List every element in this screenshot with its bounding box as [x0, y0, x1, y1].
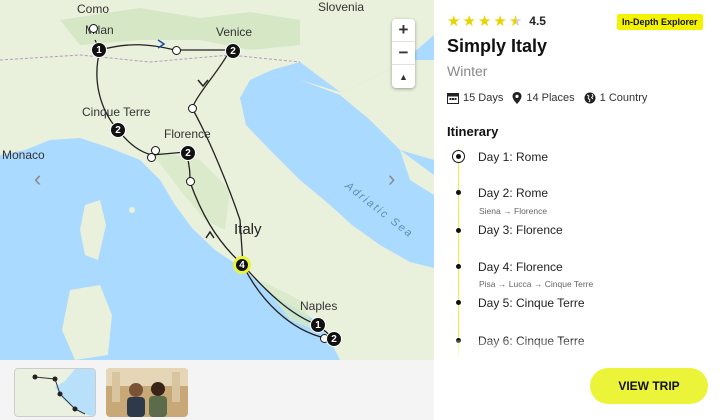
star-icon: ★ [493, 13, 507, 30]
scroll-fade [434, 340, 720, 360]
photo-thumbnail[interactable] [106, 368, 188, 417]
map-label-slovenia: Slovenia [318, 0, 365, 14]
itinerary-day[interactable]: Day 1: Rome [478, 150, 548, 164]
map-label-italy: Italy [234, 221, 262, 238]
itinerary-day[interactable]: Day 2: Rome [478, 186, 548, 200]
map-pin-amalfi[interactable]: 2 [326, 331, 342, 347]
calendar-icon [447, 93, 459, 104]
globe-icon [584, 92, 596, 104]
itinerary-day[interactable]: Day 5: Cinque Terre [478, 296, 585, 310]
map-label-florence: Florence [164, 127, 211, 141]
map-pin-florence[interactable]: 2 [180, 145, 196, 161]
map-base [0, 0, 434, 360]
itinerary-day[interactable]: Day 4: Florence [478, 260, 563, 274]
view-trip-button[interactable]: VIEW TRIP [590, 368, 708, 404]
timeline-dot-icon [456, 264, 461, 269]
tour-facts: 15 Days 14 Places 1 Country [447, 92, 656, 104]
media-thumbnails [0, 360, 434, 420]
prev-arrow-icon[interactable]: ‹ [34, 166, 41, 192]
timeline-dot-icon [456, 228, 461, 233]
tour-title: Simply Italy [447, 36, 548, 56]
via-place: Florence [514, 206, 548, 216]
zoom-in-button[interactable]: + [392, 19, 415, 42]
itinerary-timeline [458, 148, 459, 358]
places-count: 14 Places [526, 92, 575, 104]
tour-details-panel: ★ ★ ★ ★ ★ 4.5 In-Depth Explorer Simply I… [434, 0, 720, 360]
route-map[interactable]: Como Milan Slovenia Venice Cinque Terre … [0, 0, 434, 360]
timeline-dot-icon [456, 300, 461, 305]
via-place: Cinque Terre [544, 279, 594, 289]
bottom-bar: VIEW TRIP [434, 360, 720, 420]
via-place: Lucca [508, 279, 532, 289]
map-stop[interactable] [186, 177, 195, 186]
compass-icon[interactable]: ▲ [392, 65, 415, 88]
star-icon: ★ [447, 13, 461, 30]
timeline-current-icon [452, 150, 465, 163]
arrow-icon: → [533, 279, 543, 289]
map-label-monaco: Monaco [2, 148, 45, 162]
map-label-como: Como [77, 2, 110, 16]
arrow-icon: → [497, 279, 507, 289]
fact-places: 14 Places [512, 92, 575, 104]
next-arrow-icon[interactable]: › [388, 166, 395, 192]
itinerary-day[interactable]: Day 3: Florence [478, 223, 563, 237]
map-stop[interactable] [147, 153, 156, 162]
map-stop[interactable] [172, 46, 181, 55]
map-stop[interactable] [89, 24, 98, 33]
location-pin-icon [512, 92, 522, 104]
rating-value: 4.5 [529, 14, 546, 28]
half-star-icon: ★ [508, 13, 523, 30]
arrow-icon: → [503, 206, 512, 216]
map-stop[interactable] [188, 104, 197, 113]
via-place: Siena [479, 206, 501, 216]
tour-season: Winter [447, 63, 488, 79]
map-pin-milan[interactable]: 1 [91, 42, 107, 58]
fact-countries: 1 Country [584, 92, 648, 104]
map-pin-cinque-terre[interactable]: 2 [110, 122, 126, 138]
map-thumbnail-image [15, 369, 95, 416]
couple-photo-image [106, 368, 188, 417]
map-thumbnail[interactable] [14, 368, 96, 417]
map-pin-naples[interactable]: 1 [310, 317, 326, 333]
map-pin-rome[interactable]: 4 [233, 256, 251, 274]
map-label-venice: Venice [216, 25, 253, 39]
zoom-controls: + − ▲ [392, 19, 415, 88]
star-icon: ★ [477, 13, 492, 30]
timeline-dot-icon [456, 190, 461, 195]
countries-count: 1 Country [599, 92, 648, 104]
days-count: 15 Days [463, 92, 504, 104]
map-label-cinque-terre: Cinque Terre [82, 105, 151, 119]
fact-days: 15 Days [447, 92, 503, 104]
rating-stars: ★ ★ ★ ★ ★ 4.5 [447, 12, 546, 30]
tour-style-badge: In-Depth Explorer [617, 14, 703, 30]
zoom-out-button[interactable]: − [392, 42, 415, 65]
itinerary-day-via: Siena → Florence [479, 206, 547, 216]
itinerary-day-via: Pisa → Lucca → Cinque Terre [479, 279, 593, 289]
map-label-naples: Naples [300, 299, 338, 313]
via-place: Pisa [479, 279, 496, 289]
star-icon: ★ [462, 13, 476, 30]
map-pin-venice[interactable]: 2 [225, 43, 241, 59]
itinerary-heading: Itinerary [447, 124, 499, 139]
